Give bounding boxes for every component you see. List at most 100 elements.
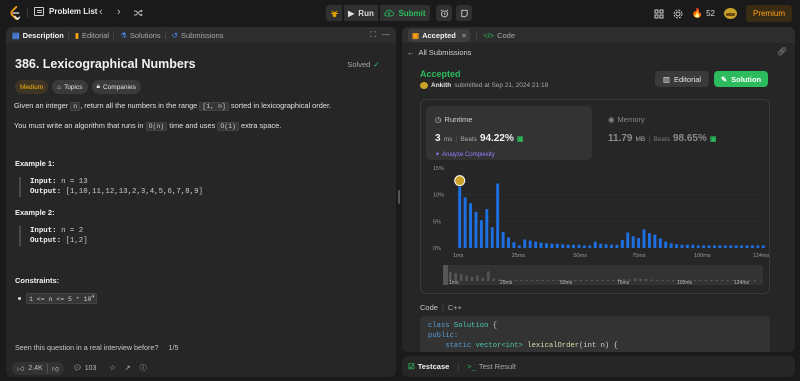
submit-button[interactable]: Submit: [380, 5, 430, 21]
all-submissions-link[interactable]: ← All Submissions: [407, 48, 471, 57]
close-icon[interactable]: ×: [462, 31, 466, 40]
tab-accepted[interactable]: ▣ Accepted ×: [408, 28, 471, 42]
debug-button[interactable]: [326, 5, 342, 21]
minimap-bar: [699, 280, 702, 281]
help-icon[interactable]: ⓘ: [140, 363, 147, 373]
tab-editorial-label: Editorial: [81, 30, 110, 40]
author-name[interactable]: Ankith: [431, 82, 451, 89]
arrow-left-icon: ←: [407, 48, 415, 57]
tag-icon: ⌂: [57, 83, 62, 91]
chart-bar: [539, 242, 543, 248]
chart-bar: [463, 197, 467, 248]
testcase-bar: ☑ Testcase | >_ Test Result: [402, 356, 795, 377]
streak-counter[interactable]: 🔥 52: [692, 8, 715, 19]
chevron-right-icon[interactable]: ›: [117, 6, 121, 18]
share-icon[interactable]: ↗: [125, 364, 131, 372]
bullet: [18, 297, 21, 301]
divider: [164, 31, 166, 39]
minimap-bar: [552, 280, 555, 281]
tab-description[interactable]: ▤ Description: [12, 31, 64, 40]
minimap-tick-label: 124ms: [734, 280, 750, 286]
code-block[interactable]: class Solution { public: static vector<i…: [420, 316, 770, 352]
edit-icon: ✎: [720, 74, 728, 84]
alarm-button[interactable]: [436, 5, 452, 21]
maximize-icon[interactable]: ⛶: [370, 30, 376, 39]
star-icon[interactable]: ☆: [109, 364, 115, 372]
divider: [476, 31, 478, 39]
runtime-title: ◷ Runtime: [435, 115, 472, 124]
comments-button[interactable]: 💬︎ 103: [73, 364, 97, 373]
chevron-left-icon[interactable]: ‹: [99, 6, 103, 18]
solution-button[interactable]: ✎ Solution: [714, 71, 768, 87]
chart-bar: [740, 245, 744, 248]
minimap-bar: [720, 280, 724, 281]
output-value: [1,2]: [65, 237, 88, 245]
chart-bar: [658, 238, 662, 248]
minimap-bar: [487, 271, 490, 281]
y-tick-label: 0%: [433, 246, 441, 252]
analyze-complexity-link[interactable]: ✦ Analyze Complexity: [435, 151, 495, 159]
runtime-distribution-chart[interactable]: 15% 10% 5% 0% 1ms 25ms 50ms 75ms 100ms 124ms 1ms 25…: [421, 160, 771, 295]
thumbs-up-icon[interactable]: 👍︎: [17, 364, 24, 373]
tab-editorial[interactable]: ▮ Editorial: [75, 31, 109, 40]
your-submission-avatar: [454, 175, 466, 187]
memory-title: ◉ Memory: [608, 115, 645, 124]
run-button[interactable]: ▶ Run: [344, 5, 378, 21]
runtime-label: Runtime: [444, 115, 473, 124]
minimap-bar: [715, 280, 718, 281]
notes-button[interactable]: [456, 5, 472, 21]
example-2-title: Example 2:: [15, 208, 55, 217]
tab-solutions[interactable]: ⚗ Solutions: [120, 31, 161, 40]
check-box-icon: ▣: [412, 30, 420, 40]
code-header: Code | C++: [420, 303, 462, 312]
leetcode-logo-icon[interactable]: [8, 6, 22, 20]
minimap-bar: [671, 280, 675, 281]
chart-bar: [517, 245, 521, 248]
code-type: vector<int>: [475, 342, 523, 350]
runtime-value: 3: [435, 133, 441, 144]
gear-icon[interactable]: [673, 9, 683, 19]
editorial-button[interactable]: ▥ Editorial: [655, 71, 709, 87]
tab-code[interactable]: </> Code: [483, 31, 515, 40]
chart-bar: [474, 211, 478, 248]
minimap-bar: [704, 280, 708, 281]
y-tick-label: 10%: [433, 193, 444, 199]
code-keyword: static: [445, 342, 472, 350]
tab-submissions[interactable]: ↺ Submissions: [172, 31, 224, 40]
inline-code: O(1): [217, 122, 239, 131]
chart-bar: [615, 244, 619, 248]
companies-chip[interactable]: 🔒︎ Companies: [91, 80, 141, 94]
minimap-bar: [470, 276, 474, 281]
x-tick-label: 124ms: [753, 253, 770, 259]
submission-meta: Ankith submitted at Sep 21, 2024 21:18: [420, 82, 548, 89]
tab-test-result[interactable]: >_ Test Result: [467, 362, 516, 371]
chart-bar: [691, 244, 695, 248]
tab-testcase[interactable]: ☑ Testcase: [408, 362, 449, 371]
chart-bar: [729, 245, 733, 248]
chart-bar: [620, 240, 624, 248]
minimap-bar: [639, 278, 642, 281]
fire-icon: 🔥: [691, 8, 704, 18]
runtime-unit: ms: [443, 136, 453, 143]
runtime-box[interactable]: ◷ Runtime 3 ms | Beats 94.22% ▣ ✦ Analyz…: [426, 106, 592, 160]
problem-list-button[interactable]: Problem List: [34, 7, 97, 16]
premium-button[interactable]: Premium: [745, 5, 792, 22]
link-icon[interactable]: 🔗︎: [777, 47, 787, 56]
problem-title[interactable]: 386. Lexicographical Numbers: [15, 57, 196, 71]
code-label: Code: [420, 303, 438, 312]
chart-bar: [485, 209, 489, 248]
difficulty-chip[interactable]: Medium: [15, 80, 49, 94]
thumbs-down-icon[interactable]: 👎︎: [46, 363, 59, 373]
input-label: Input:: [30, 178, 57, 186]
topics-chip[interactable]: ⌂ Topics: [52, 80, 88, 94]
chart-bar: [642, 229, 646, 248]
grid-layout-icon[interactable]: [654, 9, 664, 19]
tab-code-label: Code: [497, 30, 516, 40]
avatar[interactable]: [723, 8, 737, 19]
minimize-icon[interactable]: —: [382, 30, 390, 39]
panel-splitter[interactable]: [398, 190, 400, 204]
interview-page[interactable]: 1/5: [168, 343, 178, 352]
shuffle-icon[interactable]: [133, 8, 143, 18]
minimap-bar: [481, 277, 485, 281]
all-submissions-label: All Submissions: [418, 48, 472, 57]
